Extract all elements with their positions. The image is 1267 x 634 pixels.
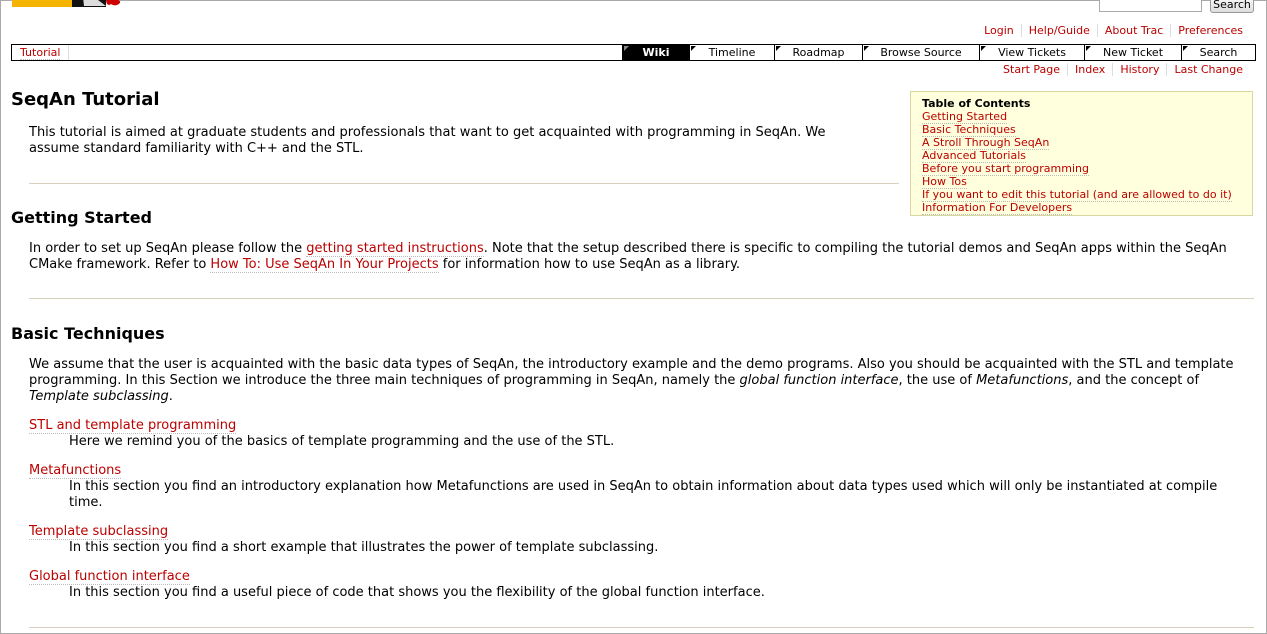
intro-paragraph: This tutorial is aimed at graduate stude…: [29, 125, 826, 156]
how-to-use-seqan-link[interactable]: How To: Use SeqAn In Your Projects: [210, 257, 439, 273]
list-item-description: In this section you find a useful piece …: [69, 585, 765, 600]
tab-timeline[interactable]: Timeline: [689, 45, 774, 60]
search-button[interactable]: Search: [1210, 0, 1254, 13]
basic-techniques-paragraph: We assume that the user is acquainted wi…: [29, 357, 1234, 404]
list-item-description: Here we remind you of the basics of temp…: [69, 434, 615, 449]
global-function-interface-link[interactable]: Global function interface: [29, 569, 190, 585]
search-input[interactable]: [1099, 0, 1202, 12]
seqan-trac-logo[interactable]: [12, 0, 227, 8]
table-of-contents: Table of Contents Getting Started Basic …: [910, 91, 1253, 216]
toc-item-information-for-developers[interactable]: Information For Developers: [922, 201, 1241, 215]
list-item-description: In this section you find a short example…: [69, 540, 659, 555]
last-change-link[interactable]: Last Change: [1174, 63, 1243, 76]
start-page-link[interactable]: Start Page: [1003, 63, 1060, 76]
heading-basic-techniques: Basic Techniques: [11, 324, 165, 343]
toc-item-stroll-through-seqan[interactable]: A Stroll Through SeqAn: [922, 136, 1241, 150]
template-subclassing-link[interactable]: Template subclassing: [29, 524, 169, 540]
tab-new-ticket[interactable]: New Ticket: [1084, 45, 1181, 60]
tab-roadmap[interactable]: Roadmap: [774, 45, 862, 60]
help-guide-link[interactable]: Help/Guide: [1029, 24, 1090, 37]
technique-list: STL and template programming Here we rem…: [29, 418, 1254, 601]
toc-item-how-tos[interactable]: How Tos: [922, 175, 1241, 189]
toc-title: Table of Contents: [922, 97, 1031, 110]
section-divider: [29, 183, 899, 184]
tab-wiki[interactable]: Wiki: [622, 45, 689, 60]
stl-template-programming-link[interactable]: STL and template programming: [29, 418, 237, 434]
getting-started-paragraph: In order to set up SeqAn please follow t…: [29, 241, 1227, 273]
toc-item-before-you-start[interactable]: Before you start programming: [922, 162, 1241, 176]
main-navigation: Tutorial Wiki Timeline Roadmap Browse So…: [11, 44, 1256, 61]
preferences-link[interactable]: Preferences: [1178, 24, 1243, 37]
context-navigation: Start Page Index History Last Change: [996, 63, 1250, 76]
section-divider: [29, 627, 1254, 628]
history-link[interactable]: History: [1120, 63, 1159, 76]
toc-item-basic-techniques[interactable]: Basic Techniques: [922, 123, 1241, 137]
heading-getting-started: Getting Started: [11, 208, 152, 227]
login-link[interactable]: Login: [984, 24, 1014, 37]
tutorial-link[interactable]: Tutorial: [20, 46, 61, 60]
tab-view-tickets[interactable]: View Tickets: [979, 45, 1084, 60]
list-item-description: In this section you find an introductory…: [69, 479, 1218, 510]
section-divider: [29, 298, 1254, 299]
metanav: Login Help/Guide About Trac Preferences: [977, 24, 1250, 37]
toc-item-advanced-tutorials[interactable]: Advanced Tutorials: [922, 149, 1241, 163]
page-title: SeqAn Tutorial: [11, 89, 160, 110]
getting-started-instructions-link[interactable]: getting started instructions: [306, 241, 484, 257]
metafunctions-link[interactable]: Metafunctions: [29, 463, 122, 479]
toc-item-getting-started[interactable]: Getting Started: [922, 110, 1241, 124]
tab-browse-source[interactable]: Browse Source: [862, 45, 979, 60]
toc-item-edit-tutorial[interactable]: If you want to edit this tutorial (and a…: [922, 188, 1241, 202]
about-trac-link[interactable]: About Trac: [1105, 24, 1163, 37]
index-link[interactable]: Index: [1075, 63, 1105, 76]
tab-search[interactable]: Search: [1181, 45, 1255, 60]
